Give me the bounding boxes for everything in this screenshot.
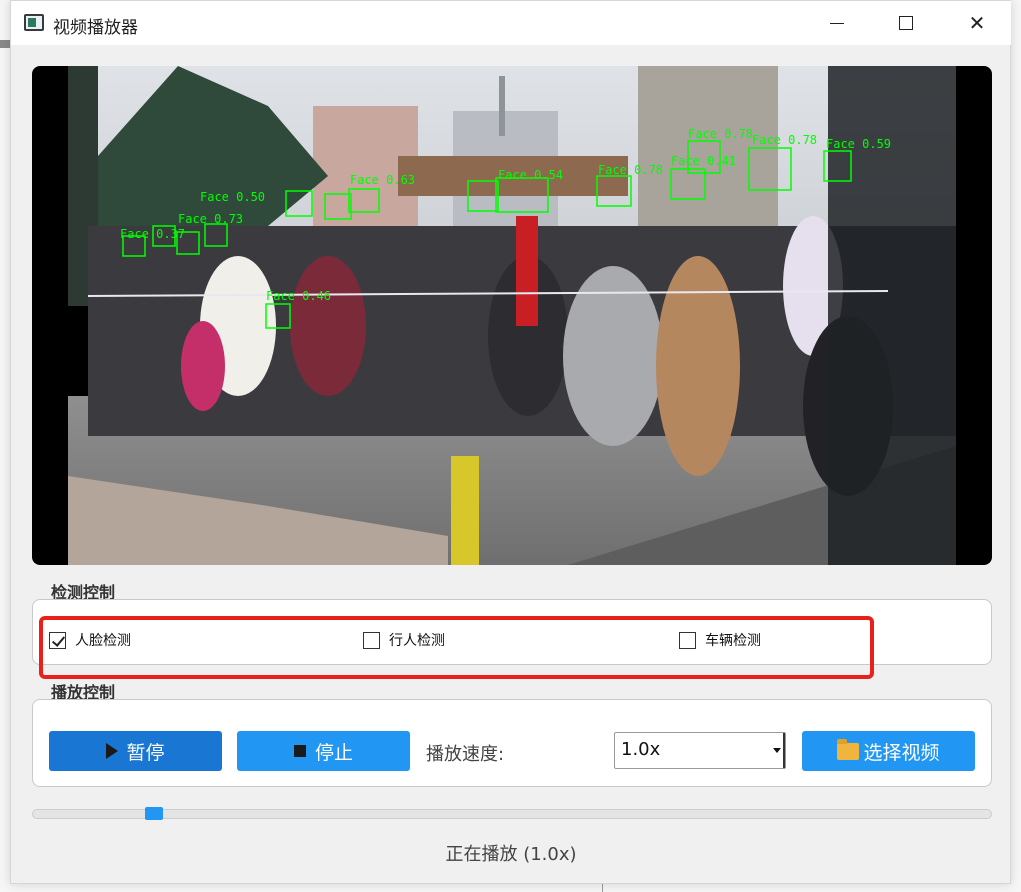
video-display[interactable]: Face 0.78 Face 0.78 Face 0.59 Face 0.78 … (32, 66, 992, 565)
progress-slider-track[interactable] (32, 809, 992, 819)
stop-icon (293, 745, 306, 757)
pause-button[interactable]: 暂停 (49, 731, 222, 771)
detection-label: Face 0.46 (266, 289, 331, 303)
speed-select[interactable]: 1.0x (614, 732, 786, 769)
detection-label: Face 0.78 (752, 133, 817, 147)
pause-button-label: 暂停 (126, 741, 165, 764)
select-edge (783, 733, 785, 768)
detection-label: Face 0.37 (120, 227, 185, 241)
speed-select-value: 1.0x (621, 739, 661, 760)
detection-label: Face 0.54 (498, 168, 563, 182)
close-icon: ✕ (968, 11, 986, 35)
minimize-button[interactable] (814, 1, 860, 45)
play-icon (106, 743, 119, 759)
highlight-annotation (39, 616, 874, 679)
maximize-icon (899, 16, 913, 30)
app-window: 视频播放器 ✕ Face 0.78 Face 0.78 Face 0.59 Fa… (10, 0, 1011, 884)
title-bar[interactable]: 视频播放器 ✕ (11, 1, 1011, 45)
window-title: 视频播放器 (53, 18, 138, 38)
open-video-button-label: 选择视频 (863, 741, 940, 764)
detection-label: Face 0.78 (598, 163, 663, 177)
detection-label: Face 0.41 (671, 154, 736, 168)
close-button[interactable]: ✕ (954, 1, 1000, 45)
detection-label: Face 0.73 (178, 212, 243, 226)
progress-slider-thumb[interactable] (145, 807, 164, 820)
detection-label: Face 0.59 (826, 137, 891, 151)
folder-icon (837, 738, 860, 760)
detection-label: Face 0.78 (688, 127, 753, 141)
minimize-icon (830, 22, 844, 24)
stop-button[interactable]: 停止 (237, 731, 410, 771)
maximize-button[interactable] (883, 1, 929, 45)
detection-label: Face 0.50 (200, 190, 265, 204)
detection-label: Face 0.63 (350, 173, 415, 187)
status-text: 正在播放 (1.0x) (445, 844, 577, 865)
app-icon (24, 14, 44, 31)
open-video-button[interactable]: 选择视频 (802, 731, 975, 771)
video-frame: Face 0.78 Face 0.78 Face 0.59 Face 0.78 … (68, 66, 956, 565)
stop-button-label: 停止 (314, 741, 353, 764)
speed-label: 播放速度: (426, 744, 505, 765)
chevron-down-icon (773, 748, 781, 753)
